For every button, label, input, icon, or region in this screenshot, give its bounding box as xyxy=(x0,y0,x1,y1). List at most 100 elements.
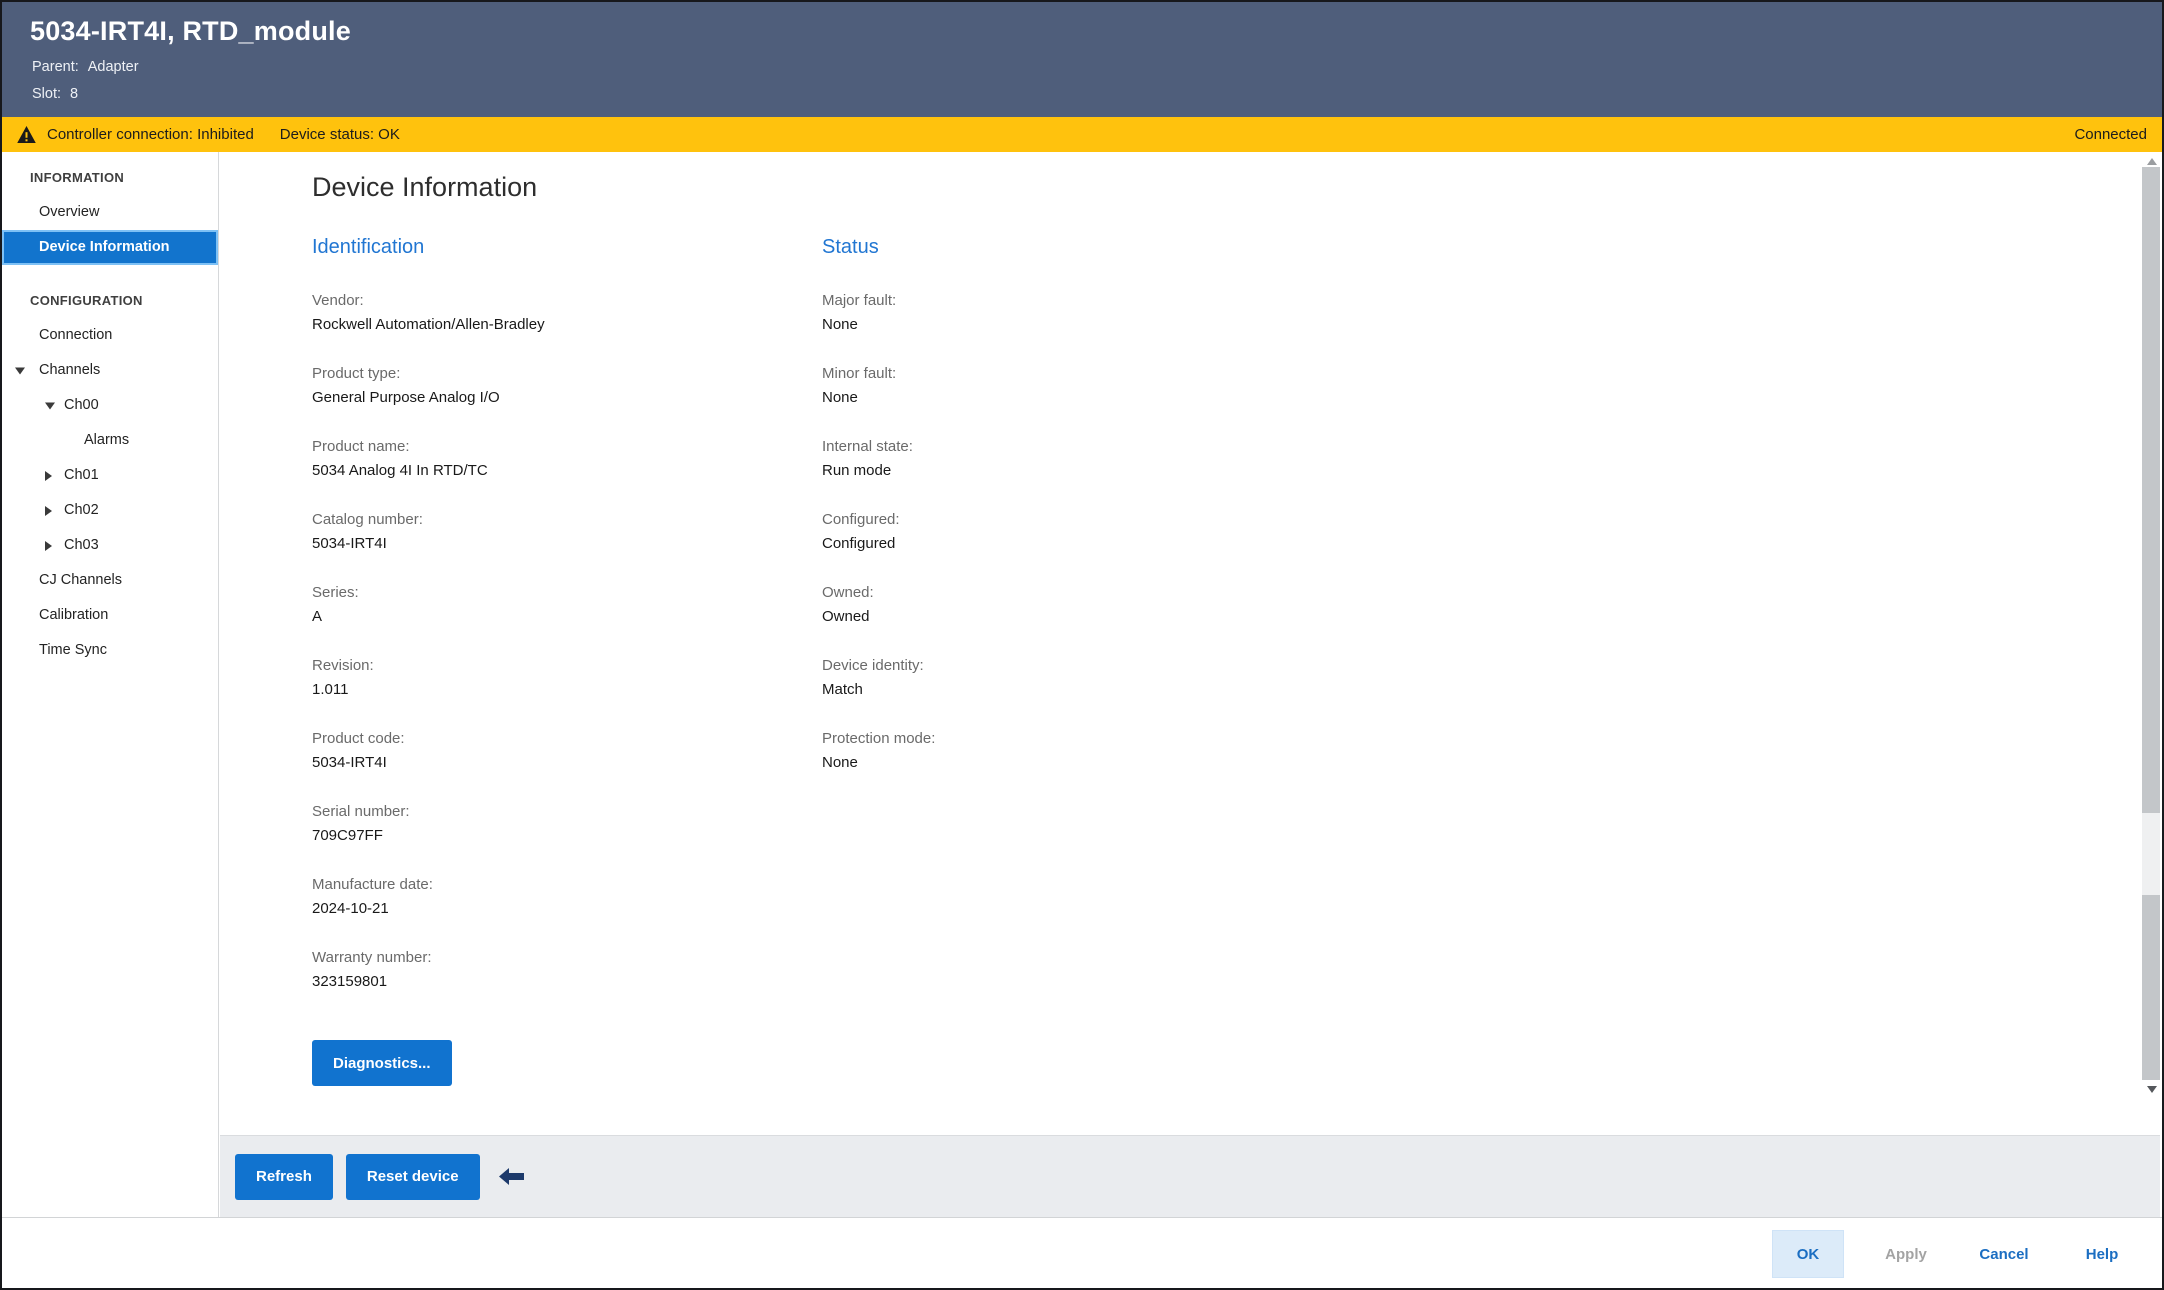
parent-value: Adapter xyxy=(88,59,139,75)
major-fault-label: Major fault: xyxy=(822,289,1292,313)
field-internal-state: Internal state: Run mode xyxy=(822,435,1292,483)
ok-button[interactable]: OK xyxy=(1772,1230,1844,1278)
configured-label: Configured: xyxy=(822,508,1292,532)
identification-heading: Identification xyxy=(312,236,792,259)
sidebar-item-ch01[interactable]: Ch01 xyxy=(2,458,218,493)
product-name-label: Product name: xyxy=(312,435,792,459)
scrollbar-thumb[interactable] xyxy=(2142,895,2160,1080)
field-revision: Revision: 1.011 xyxy=(312,654,792,702)
field-series: Series: A xyxy=(312,581,792,629)
major-fault-value: None xyxy=(822,313,1292,337)
sidebar-item-alarms[interactable]: Alarms xyxy=(2,423,218,458)
field-warranty-number: Warranty number: 323159801 xyxy=(312,946,792,994)
sidebar-item-channels[interactable]: Channels xyxy=(2,353,218,388)
configured-value: Configured xyxy=(822,532,1292,556)
sidebar-item-time-sync[interactable]: Time Sync xyxy=(2,633,218,668)
warranty-number-value: 323159801 xyxy=(312,970,792,994)
category-sidebar: INFORMATION Overview Device Information … xyxy=(2,152,219,1217)
field-major-fault: Major fault: None xyxy=(822,289,1292,337)
slot-line: Slot: 8 xyxy=(32,86,78,102)
apply-button[interactable]: Apply xyxy=(1870,1230,1942,1278)
device-properties-window: 5034-IRT4I, RTD_module Parent: Adapter Sl… xyxy=(0,0,2164,1290)
window-header: 5034-IRT4I, RTD_module Parent: Adapter Sl… xyxy=(2,2,2162,117)
catalog-number-value: 5034-IRT4I xyxy=(312,532,792,556)
field-catalog-number: Catalog number: 5034-IRT4I xyxy=(312,508,792,556)
product-type-label: Product type: xyxy=(312,362,792,386)
field-product-type: Product type: General Purpose Analog I/O xyxy=(312,362,792,410)
tree-expand-icon[interactable] xyxy=(45,541,52,551)
field-manufacture-date: Manufacture date: 2024-10-21 xyxy=(312,873,792,921)
scrollbar-thumb[interactable] xyxy=(2142,167,2160,813)
sidebar-section-configuration: CONFIGURATION xyxy=(2,283,218,318)
page-title: 5034-IRT4I, RTD_module xyxy=(30,16,351,47)
warranty-number-label: Warranty number: xyxy=(312,946,792,970)
warning-banner: Controller connection: Inhibited Device … xyxy=(2,117,2162,152)
field-vendor: Vendor: Rockwell Automation/Allen-Bradle… xyxy=(312,289,792,337)
sidebar-item-ch03[interactable]: Ch03 xyxy=(2,528,218,563)
vendor-label: Vendor: xyxy=(312,289,792,313)
sidebar-item-overview[interactable]: Overview xyxy=(2,195,218,230)
field-owned: Owned: Owned xyxy=(822,581,1292,629)
back-arrow-icon xyxy=(499,1168,524,1185)
serial-number-label: Serial number: xyxy=(312,800,792,824)
revision-label: Revision: xyxy=(312,654,792,678)
action-bar: Refresh Reset device xyxy=(220,1135,2160,1217)
diagnostics-button[interactable]: Diagnostics... xyxy=(312,1040,452,1086)
tree-collapse-icon[interactable] xyxy=(45,402,55,409)
sidebar-item-ch02[interactable]: Ch02 xyxy=(2,493,218,528)
product-code-label: Product code: xyxy=(312,727,792,751)
field-device-identity: Device identity: Match xyxy=(822,654,1292,702)
tree-expand-icon[interactable] xyxy=(45,471,52,481)
series-label: Series: xyxy=(312,581,792,605)
owned-value: Owned xyxy=(822,605,1292,629)
protection-mode-value: None xyxy=(822,751,1292,775)
product-name-value: 5034 Analog 4I In RTD/TC xyxy=(312,459,792,483)
sidebar-section-information: INFORMATION xyxy=(2,160,218,195)
sidebar-item-ch00[interactable]: Ch00 xyxy=(2,388,218,423)
sidebar-item-calibration[interactable]: Calibration xyxy=(2,598,218,633)
catalog-number-label: Catalog number: xyxy=(312,508,792,532)
minor-fault-value: None xyxy=(822,386,1292,410)
slot-label: Slot: xyxy=(32,86,61,102)
device-identity-value: Match xyxy=(822,678,1292,702)
device-status: Device status: OK xyxy=(280,126,400,143)
manufacture-date-value: 2024-10-21 xyxy=(312,897,792,921)
refresh-button[interactable]: Refresh xyxy=(235,1154,333,1200)
dialog-button-bar: OK Apply Cancel Help xyxy=(2,1217,2162,1290)
scrollbar-track[interactable] xyxy=(2142,813,2160,895)
revision-value: 1.011 xyxy=(312,678,792,702)
tree-collapse-icon[interactable] xyxy=(15,367,25,374)
minor-fault-label: Minor fault: xyxy=(822,362,1292,386)
controller-connection-status: Controller connection: Inhibited xyxy=(47,126,254,143)
field-minor-fault: Minor fault: None xyxy=(822,362,1292,410)
status-heading: Status xyxy=(822,236,1292,259)
slot-value: 8 xyxy=(70,86,78,102)
connected-status: Connected xyxy=(2074,126,2147,143)
content-title: Device Information xyxy=(312,172,537,203)
sidebar-item-cj-channels[interactable]: CJ Channels xyxy=(2,563,218,598)
field-product-code: Product code: 5034-IRT4I xyxy=(312,727,792,775)
series-value: A xyxy=(312,605,792,629)
field-configured: Configured: Configured xyxy=(822,508,1292,556)
field-serial-number: Serial number: 709C97FF xyxy=(312,800,792,848)
scrollbar-down-arrow[interactable] xyxy=(2147,1086,2157,1093)
product-code-value: 5034-IRT4I xyxy=(312,751,792,775)
sidebar-item-connection[interactable]: Connection xyxy=(2,318,218,353)
protection-mode-label: Protection mode: xyxy=(822,727,1292,751)
serial-number-value: 709C97FF xyxy=(312,824,792,848)
parent-label: Parent: xyxy=(32,59,79,75)
owned-label: Owned: xyxy=(822,581,1292,605)
warning-triangle-icon xyxy=(17,126,36,143)
internal-state-label: Internal state: xyxy=(822,435,1292,459)
manufacture-date-label: Manufacture date: xyxy=(312,873,792,897)
sidebar-item-device-information[interactable]: Device Information xyxy=(2,230,218,265)
parent-line: Parent: Adapter xyxy=(32,59,139,75)
reset-device-button[interactable]: Reset device xyxy=(346,1154,480,1200)
scrollbar-up-arrow[interactable] xyxy=(2147,158,2157,165)
help-button[interactable]: Help xyxy=(2066,1230,2138,1278)
tree-expand-icon[interactable] xyxy=(45,506,52,516)
product-type-value: General Purpose Analog I/O xyxy=(312,386,792,410)
field-protection-mode: Protection mode: None xyxy=(822,727,1292,775)
cancel-button[interactable]: Cancel xyxy=(1968,1230,2040,1278)
identification-section: Identification Vendor: Rockwell Automati… xyxy=(312,236,792,1019)
